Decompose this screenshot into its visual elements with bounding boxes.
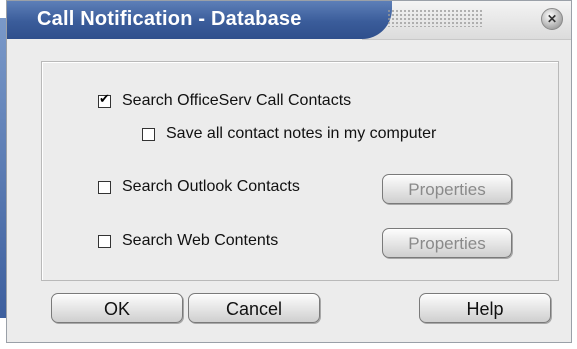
option-search-outlook[interactable]: Search Outlook Contacts: [98, 178, 300, 196]
label-search-web: Search Web Contents: [122, 232, 279, 249]
outlook-properties-button[interactable]: Properties: [382, 174, 512, 204]
drag-grip-icon[interactable]: [387, 9, 483, 27]
title-tab: Call Notification - Database: [7, 1, 392, 39]
search-options-group: Search OfficeServ Call Contacts Save all…: [41, 61, 559, 281]
ok-button[interactable]: OK: [51, 293, 183, 323]
checkbox-search-outlook[interactable]: [98, 180, 111, 194]
label-save-notes: Save all contact notes in my computer: [166, 125, 437, 142]
label-search-officeserv: Search OfficeServ Call Contacts: [122, 92, 352, 109]
web-properties-button[interactable]: Properties: [382, 228, 512, 258]
option-search-officeserv[interactable]: Search OfficeServ Call Contacts: [98, 92, 351, 110]
title-bar[interactable]: Call Notification - Database ✕: [7, 1, 571, 40]
label-search-outlook: Search Outlook Contacts: [122, 178, 300, 195]
checkbox-save-notes[interactable]: [142, 127, 155, 141]
close-icon[interactable]: ✕: [541, 8, 563, 30]
checkbox-search-web[interactable]: [98, 234, 111, 248]
window-title: Call Notification - Database: [37, 8, 302, 30]
option-save-notes[interactable]: Save all contact notes in my computer: [142, 125, 436, 143]
checkbox-search-officeserv[interactable]: [98, 92, 111, 108]
cancel-button[interactable]: Cancel: [188, 293, 320, 323]
help-button[interactable]: Help: [419, 293, 551, 323]
call-notification-database-dialog: Call Notification - Database ✕ Search Of…: [6, 0, 572, 343]
option-search-web[interactable]: Search Web Contents: [98, 232, 278, 250]
